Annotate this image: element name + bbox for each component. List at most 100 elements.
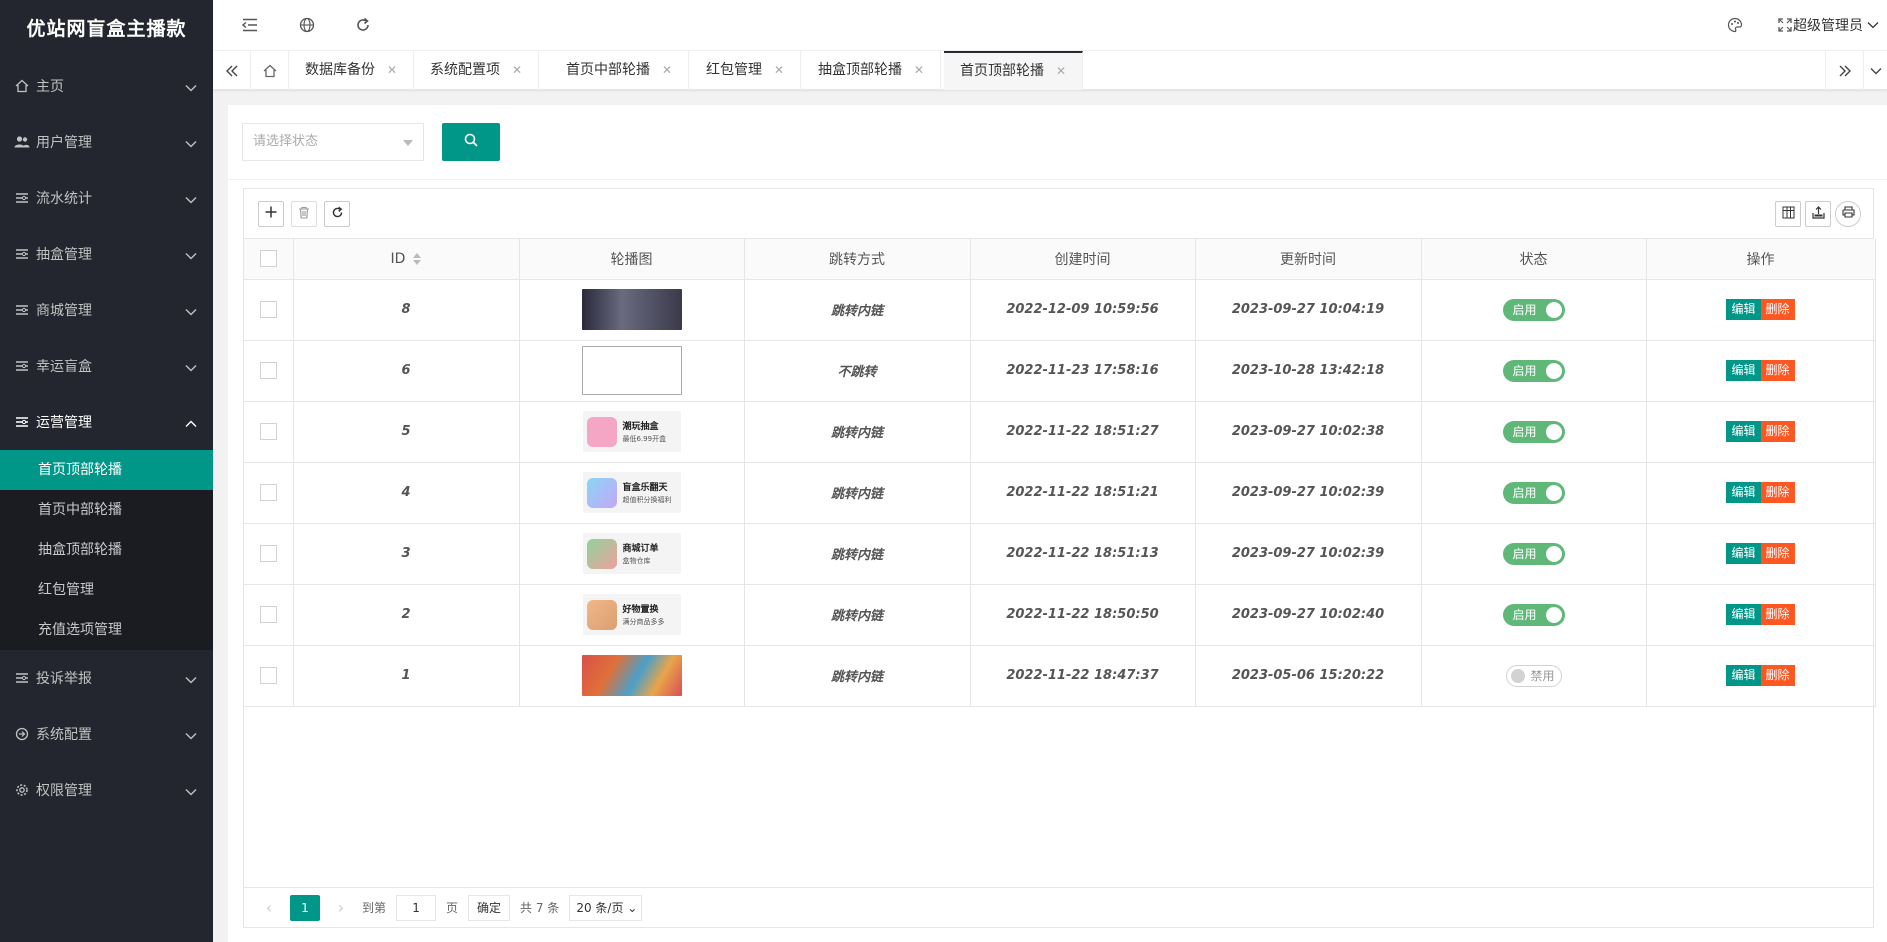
status-select[interactable]: 请选择状态 <box>242 123 424 161</box>
carousel-image[interactable]: 盲盒乐翻天 超值积分换福利 <box>582 472 681 513</box>
jump-cell: 跳转内链 <box>744 645 971 707</box>
delete-button[interactable]: 删除 <box>1760 543 1795 564</box>
close-icon[interactable]: ✕ <box>512 63 522 77</box>
prev-page-icon[interactable]: ‹ <box>258 898 280 917</box>
tab-scroll-right-icon[interactable] <box>1825 51 1863 90</box>
row-checkbox[interactable] <box>259 606 277 623</box>
row-checkbox[interactable] <box>259 545 277 562</box>
tab-system-config[interactable]: 系统配置项 ✕ <box>414 51 540 90</box>
next-page-icon[interactable]: › <box>330 898 352 917</box>
page-size-select[interactable]: 20 条/页 ⌄ <box>569 894 643 921</box>
updated-cell: 2023-09-27 10:02:40 <box>1195 584 1422 646</box>
sidebar-item-system-config[interactable]: 系统配置 <box>0 706 213 762</box>
status-toggle[interactable]: 启用 <box>1502 603 1565 626</box>
row-checkbox[interactable] <box>259 301 277 318</box>
tab-more-chevron-icon[interactable] <box>1863 51 1887 90</box>
edit-button[interactable]: 编辑 <box>1726 543 1761 564</box>
carousel-image[interactable] <box>581 655 682 696</box>
column-header-id[interactable]: ID <box>293 239 520 280</box>
status-toggle-label: 启用 <box>1512 303 1537 317</box>
delete-button[interactable]: 删除 <box>1760 299 1795 320</box>
sidebar-item-mall[interactable]: 商城管理 <box>0 282 213 338</box>
status-toggle[interactable]: 启用 <box>1502 481 1565 504</box>
close-icon[interactable]: ✕ <box>387 63 397 77</box>
delete-button[interactable]: 删除 <box>1760 421 1795 442</box>
carousel-image[interactable]: 商城订单 盒物仓库 <box>582 533 681 574</box>
columns-filter-button[interactable] <box>1775 201 1801 227</box>
close-icon[interactable]: ✕ <box>662 63 672 77</box>
refresh-table-button[interactable] <box>324 201 350 227</box>
status-cell: 启用 <box>1421 462 1647 524</box>
edit-button[interactable]: 编辑 <box>1726 360 1761 381</box>
edit-button[interactable]: 编辑 <box>1726 604 1761 625</box>
edit-button[interactable]: 编辑 <box>1726 421 1761 442</box>
delete-button[interactable]: 删除 <box>1760 360 1795 381</box>
tab-red-packet[interactable]: 红包管理 ✕ <box>690 51 802 90</box>
page-current[interactable]: 1 <box>290 894 320 921</box>
add-button[interactable] <box>258 201 284 227</box>
sidebar-item-box-draw[interactable]: 抽盒管理 <box>0 226 213 282</box>
menu-toggle-icon[interactable] <box>238 13 262 37</box>
sidebar-item-home[interactable]: 主页 <box>0 58 213 114</box>
carousel-image[interactable]: 好物置换 满分商品多多 <box>582 594 681 635</box>
export-button[interactable] <box>1805 201 1831 227</box>
sidebar-subitem-red-packet[interactable]: 红包管理 <box>0 570 213 610</box>
delete-button[interactable]: 删除 <box>1760 482 1795 503</box>
edit-button[interactable]: 编辑 <box>1726 665 1761 686</box>
carousel-image[interactable]: 潮玩抽盒 最低6.99开盒 <box>582 411 681 452</box>
confirm-button[interactable]: 确定 <box>468 894 511 921</box>
theme-palette-icon[interactable] <box>1723 13 1747 37</box>
config-icon <box>14 726 30 742</box>
refresh-icon[interactable] <box>351 13 375 37</box>
jump-cell: 跳转内链 <box>744 401 971 463</box>
row-checkbox[interactable] <box>259 667 277 684</box>
search-button[interactable] <box>442 123 500 161</box>
sidebar-item-permissions[interactable]: 权限管理 <box>0 762 213 818</box>
delete-button[interactable]: 删除 <box>1760 604 1795 625</box>
sidebar-item-operations[interactable]: 运营管理 <box>0 394 213 450</box>
close-icon[interactable]: ✕ <box>1056 64 1066 78</box>
close-icon[interactable]: ✕ <box>774 63 784 77</box>
sidebar-item-lucky-box[interactable]: 幸运盲盒 <box>0 338 213 394</box>
status-toggle[interactable]: 启用 <box>1502 542 1565 565</box>
close-icon[interactable]: ✕ <box>914 63 924 77</box>
delete-button[interactable]: 删除 <box>1760 665 1795 686</box>
edit-button[interactable]: 编辑 <box>1726 482 1761 503</box>
sidebar-item-complaints[interactable]: 投诉举报 <box>0 650 213 706</box>
carousel-image[interactable] <box>581 289 682 330</box>
user-menu[interactable]: 超级管理员 <box>1793 15 1879 35</box>
list-icon <box>14 414 30 430</box>
sidebar-subitem-home-middle-carousel[interactable]: 首页中部轮播 <box>0 490 213 530</box>
delete-batch-button[interactable] <box>291 201 317 227</box>
status-toggle[interactable]: 启用 <box>1502 420 1565 443</box>
status-toggle[interactable]: 禁用 <box>1505 664 1562 687</box>
tab-bar: 数据库备份 ✕ 系统配置项 ✕ 首页中部轮播 ✕ 红包管理 ✕ 抽盒顶部轮播 ✕ 首页顶部… <box>213 50 1887 90</box>
sidebar-subitem-box-top-carousel[interactable]: 抽盒顶部轮播 <box>0 530 213 570</box>
total-count: 共 7 条 <box>520 901 560 915</box>
status-toggle[interactable]: 启用 <box>1502 298 1565 321</box>
tab-box-top-carousel[interactable]: 抽盒顶部轮播 ✕ <box>802 51 942 90</box>
broken-image-icon[interactable] <box>581 346 682 395</box>
sidebar-subitem-recharge-options[interactable]: 充值选项管理 <box>0 610 213 650</box>
sort-icon[interactable] <box>413 252 422 265</box>
sidebar-item-users[interactable]: 用户管理 <box>0 114 213 170</box>
tab-scroll-left-icon[interactable] <box>213 51 251 90</box>
select-all-checkbox[interactable] <box>259 250 277 268</box>
row-checkbox[interactable] <box>259 362 277 379</box>
jump-cell: 跳转内链 <box>744 523 971 585</box>
card-title: 潮玩抽盒 <box>622 422 659 432</box>
gear-icon <box>14 782 30 798</box>
home-tab-icon[interactable] <box>251 51 289 90</box>
edit-button[interactable]: 编辑 <box>1726 299 1761 320</box>
sidebar-subitem-home-top-carousel[interactable]: 首页顶部轮播 <box>0 450 213 490</box>
print-button[interactable] <box>1835 201 1861 227</box>
tab-home-top-carousel[interactable]: 首页顶部轮播 ✕ <box>944 51 1084 90</box>
tab-home-middle-carousel[interactable]: 首页中部轮播 ✕ <box>550 51 690 90</box>
sidebar-item-flow-stats[interactable]: 流水统计 <box>0 170 213 226</box>
status-toggle[interactable]: 启用 <box>1502 359 1565 382</box>
row-checkbox[interactable] <box>259 423 277 440</box>
row-checkbox[interactable] <box>259 484 277 501</box>
page-input[interactable]: 1 <box>396 894 437 921</box>
globe-icon[interactable] <box>295 13 319 37</box>
tab-db-backup[interactable]: 数据库备份 ✕ <box>289 51 415 90</box>
